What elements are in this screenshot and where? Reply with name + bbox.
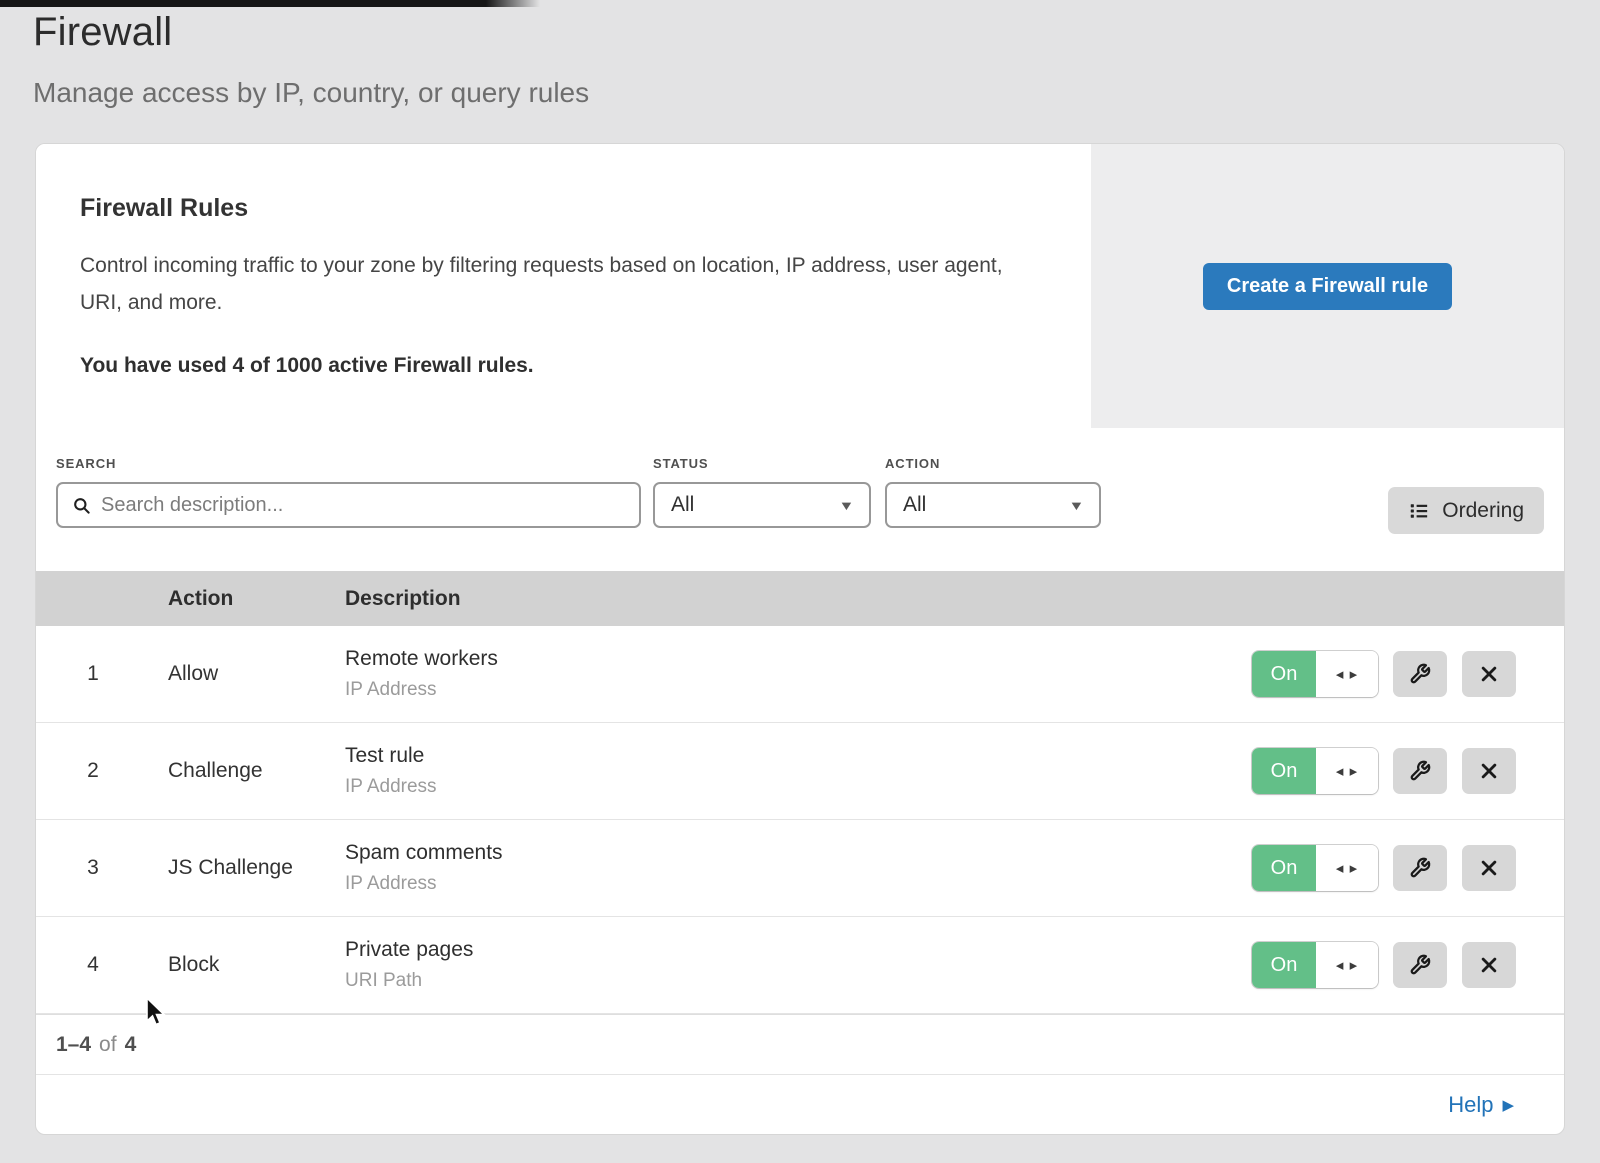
- close-icon: [1479, 858, 1499, 878]
- table-body: 1 Allow Remote workers IP Address On ◂ ▸: [36, 626, 1564, 1014]
- ordering-label: Ordering: [1442, 499, 1524, 523]
- rule-priority: 1: [36, 662, 168, 686]
- column-description: Description: [345, 587, 1564, 611]
- rule-description-title: Test rule: [345, 744, 1252, 768]
- table-row: 2 Challenge Test rule IP Address On ◂ ▸: [36, 723, 1564, 820]
- rule-controls: On ◂ ▸: [1252, 845, 1516, 891]
- firewall-rules-card: Firewall Rules Control incoming traffic …: [35, 143, 1565, 1135]
- status-filter: STATUS All ▼: [641, 456, 871, 528]
- rule-match-type: URI Path: [345, 970, 1252, 992]
- rules-title: Firewall Rules: [80, 194, 1041, 223]
- pagination: 1–4 of 4: [36, 1014, 1564, 1074]
- action-select[interactable]: All ▼: [885, 482, 1101, 528]
- rule-controls: On ◂ ▸: [1252, 942, 1516, 988]
- rules-intro: Firewall Rules Control incoming traffic …: [36, 144, 1091, 428]
- rule-action: JS Challenge: [168, 856, 345, 880]
- table-row: 4 Block Private pages URI Path On ◂ ▸: [36, 917, 1564, 1014]
- wrench-icon: [1409, 663, 1431, 685]
- page-title: Firewall: [33, 10, 589, 55]
- pagination-of: of: [99, 1033, 117, 1057]
- rule-match-type: IP Address: [345, 679, 1252, 701]
- rule-priority: 3: [36, 856, 168, 880]
- delete-rule-button[interactable]: [1462, 845, 1516, 891]
- toggle-arrows-icon: ◂ ▸: [1316, 651, 1378, 697]
- chevron-down-icon: ▼: [1069, 498, 1085, 513]
- column-action: Action: [168, 587, 345, 611]
- delete-rule-button[interactable]: [1462, 748, 1516, 794]
- status-select[interactable]: All ▼: [653, 482, 871, 528]
- edit-rule-button[interactable]: [1393, 651, 1447, 697]
- create-firewall-rule-button[interactable]: Create a Firewall rule: [1203, 263, 1452, 310]
- toggle-arrows-icon: ◂ ▸: [1316, 942, 1378, 988]
- edit-rule-button[interactable]: [1393, 845, 1447, 891]
- rule-enabled-toggle[interactable]: On ◂ ▸: [1252, 748, 1378, 794]
- wrench-icon: [1409, 857, 1431, 879]
- toggle-on-label: On: [1252, 942, 1316, 988]
- search-filter: SEARCH: [56, 456, 641, 528]
- rule-description-title: Private pages: [345, 938, 1252, 962]
- action-label: ACTION: [885, 456, 1101, 471]
- pagination-total: 4: [125, 1033, 137, 1057]
- rule-description-title: Spam comments: [345, 841, 1252, 865]
- pagination-range: 1–4: [56, 1033, 91, 1057]
- action-filter: ACTION All ▼: [871, 456, 1101, 528]
- help-label: Help: [1448, 1092, 1493, 1118]
- rule-priority: 2: [36, 759, 168, 783]
- rule-action: Allow: [168, 662, 345, 686]
- card-header-section: Firewall Rules Control incoming traffic …: [36, 144, 1564, 428]
- status-selected-value: All: [671, 493, 694, 517]
- close-icon: [1479, 761, 1499, 781]
- toggle-arrows-icon: ◂ ▸: [1316, 845, 1378, 891]
- rule-action: Block: [168, 953, 345, 977]
- rule-action: Challenge: [168, 759, 345, 783]
- wrench-icon: [1409, 954, 1431, 976]
- rules-usage: You have used 4 of 1000 active Firewall …: [80, 354, 1041, 378]
- toggle-on-label: On: [1252, 651, 1316, 697]
- filters-bar: SEARCH STATUS All ▼ ACTION All ▼: [36, 428, 1564, 571]
- help-arrow-icon: ▶: [1502, 1096, 1514, 1114]
- delete-rule-button[interactable]: [1462, 651, 1516, 697]
- table-row: 3 JS Challenge Spam comments IP Address …: [36, 820, 1564, 917]
- edit-rule-button[interactable]: [1393, 748, 1447, 794]
- create-rule-panel: Create a Firewall rule: [1091, 144, 1564, 428]
- table-header: Action Description: [36, 571, 1564, 626]
- edit-rule-button[interactable]: [1393, 942, 1447, 988]
- rule-priority: 4: [36, 953, 168, 977]
- chevron-down-icon: ▼: [839, 498, 855, 513]
- top-edge-artifact: [0, 0, 540, 7]
- search-box: [56, 482, 641, 528]
- ordering-button[interactable]: Ordering: [1388, 487, 1544, 534]
- rule-description: Test rule IP Address: [345, 744, 1252, 798]
- close-icon: [1479, 955, 1499, 975]
- search-input[interactable]: [101, 494, 625, 517]
- rule-match-type: IP Address: [345, 776, 1252, 798]
- rule-enabled-toggle[interactable]: On ◂ ▸: [1252, 651, 1378, 697]
- delete-rule-button[interactable]: [1462, 942, 1516, 988]
- rule-description: Private pages URI Path: [345, 938, 1252, 992]
- toggle-on-label: On: [1252, 748, 1316, 794]
- rule-description: Spam comments IP Address: [345, 841, 1252, 895]
- help-link[interactable]: Help ▶: [1448, 1092, 1514, 1118]
- wrench-icon: [1409, 760, 1431, 782]
- toggle-arrows-icon: ◂ ▸: [1316, 748, 1378, 794]
- rule-description: Remote workers IP Address: [345, 647, 1252, 701]
- rule-enabled-toggle[interactable]: On ◂ ▸: [1252, 845, 1378, 891]
- page-header: Firewall Manage access by IP, country, o…: [33, 10, 589, 109]
- ordered-list-icon: [1408, 500, 1430, 522]
- status-label: STATUS: [653, 456, 871, 471]
- rule-enabled-toggle[interactable]: On ◂ ▸: [1252, 942, 1378, 988]
- rule-controls: On ◂ ▸: [1252, 651, 1516, 697]
- search-label: SEARCH: [56, 456, 641, 471]
- action-selected-value: All: [903, 493, 926, 517]
- rule-controls: On ◂ ▸: [1252, 748, 1516, 794]
- search-icon: [72, 496, 91, 515]
- rules-description: Control incoming traffic to your zone by…: [80, 247, 1030, 321]
- rule-match-type: IP Address: [345, 873, 1252, 895]
- page-subtitle: Manage access by IP, country, or query r…: [33, 77, 589, 109]
- close-icon: [1479, 664, 1499, 684]
- card-footer: Help ▶: [36, 1074, 1564, 1134]
- toggle-on-label: On: [1252, 845, 1316, 891]
- rule-description-title: Remote workers: [345, 647, 1252, 671]
- table-row: 1 Allow Remote workers IP Address On ◂ ▸: [36, 626, 1564, 723]
